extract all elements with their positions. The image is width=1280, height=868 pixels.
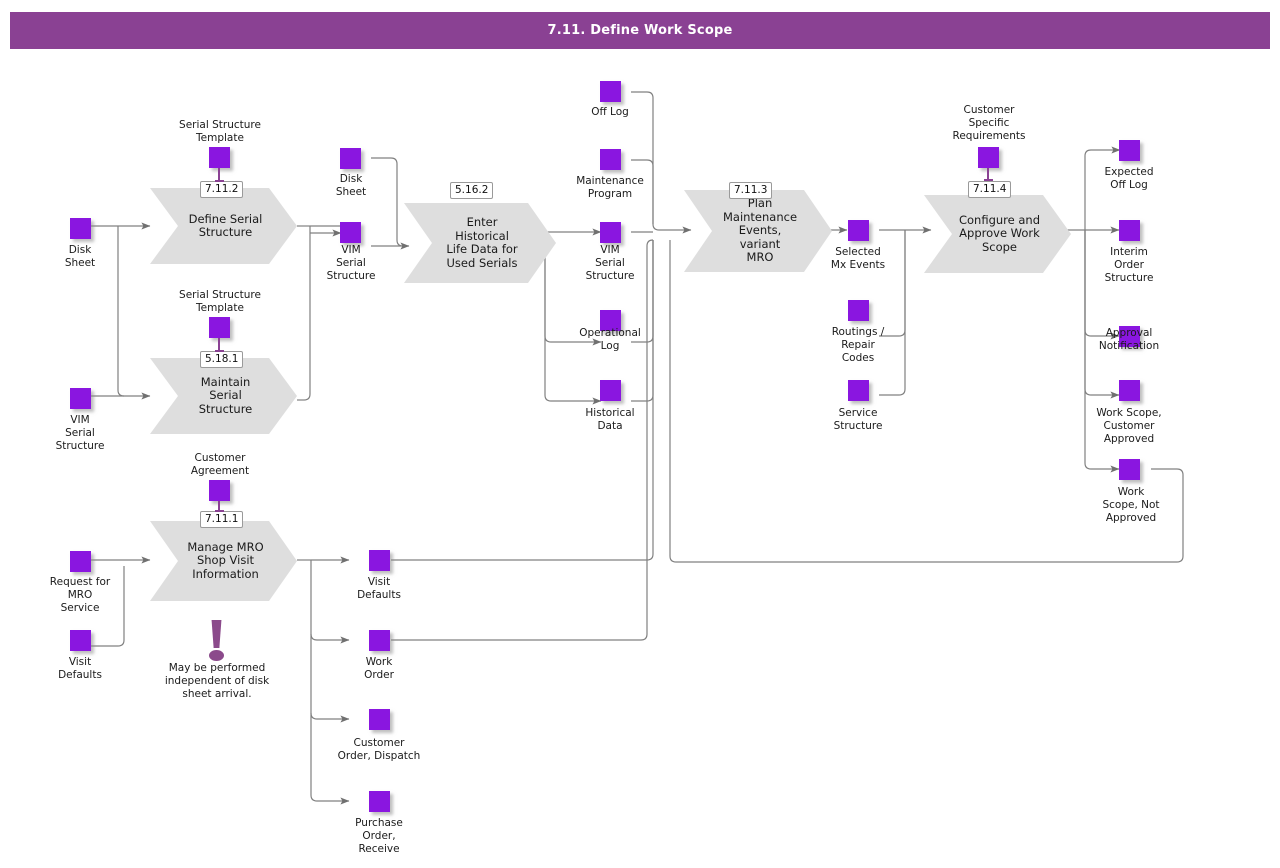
process-enter-historical-life-data[interactable]: Enter Historical Life Data for Used Seri…	[404, 203, 556, 283]
process-configure-approve-work-scope[interactable]: Configure and Approve Work Scope	[924, 195, 1071, 273]
badge-stem-foot	[984, 179, 993, 181]
object-visit-defaults-in[interactable]	[70, 630, 91, 651]
object-label: Purchase Order, Receive	[355, 817, 403, 855]
object-work-scope-customer-approved[interactable]	[1119, 380, 1140, 401]
process-maintain-serial-structure[interactable]: Maintain Serial Structure	[150, 358, 297, 434]
object-maintenance-program[interactable]	[600, 149, 621, 170]
object-work-scope-not-approved[interactable]	[1119, 459, 1140, 480]
object-label: VIM Serial Structure	[326, 244, 376, 282]
object-label: Expected Off Log	[1104, 166, 1154, 191]
diagram-canvas: 7.11. Define Work Scope Define Serial St…	[0, 0, 1280, 868]
object-disk-sheet-in[interactable]	[70, 218, 91, 239]
process-label: Maintain Serial Structure	[198, 374, 253, 416]
object-disk-sheet-mid[interactable]	[340, 148, 361, 169]
object-work-order[interactable]	[369, 630, 390, 651]
object-customer-order-dispatch[interactable]	[369, 709, 390, 730]
process-define-serial-structure[interactable]: Define Serial Structure	[150, 188, 297, 264]
object-serial-structure-template-2[interactable]	[209, 317, 230, 338]
object-request-for-mro-service[interactable]	[70, 551, 91, 572]
object-label: Disk Sheet	[335, 173, 367, 198]
object-label: Off Log	[591, 106, 629, 118]
exclamation-dot-icon	[209, 650, 224, 661]
object-label: Work Order	[364, 656, 394, 681]
badge-stem-foot	[215, 350, 224, 352]
object-label: Serial Structure Template	[179, 119, 261, 144]
object-label: Selected Mx Events	[830, 246, 886, 271]
object-label: VIM Serial Structure	[585, 244, 635, 282]
process-badge-plan-maintenance-events: 7.11.3	[729, 182, 773, 199]
object-visit-defaults-out[interactable]	[369, 550, 390, 571]
process-manage-mro-shop-visit[interactable]: Manage MRO Shop Visit Information	[150, 521, 297, 601]
object-label: Visit Defaults	[58, 656, 102, 681]
object-routings-repair-codes[interactable]	[848, 300, 869, 321]
object-interim-order-structure[interactable]	[1119, 220, 1140, 241]
object-label: Maintenance Program	[576, 175, 644, 200]
object-expected-off-log[interactable]	[1119, 140, 1140, 161]
object-vim-serial-structure-in[interactable]	[70, 388, 91, 409]
page-title-bar: 7.11. Define Work Scope	[10, 12, 1270, 49]
badge-stem-foot	[215, 180, 224, 182]
process-label: Configure and Approve Work Scope	[958, 212, 1041, 254]
object-label: Historical Data	[585, 407, 635, 432]
object-label: Routings / Repair Codes	[831, 326, 885, 364]
object-service-structure[interactable]	[848, 380, 869, 401]
object-vim-serial-structure-out[interactable]	[600, 222, 621, 243]
object-label: Request for MRO Service	[49, 576, 111, 614]
process-badge-maintain-serial-structure: 5.18.1	[200, 351, 244, 368]
object-historical-data[interactable]	[600, 380, 621, 401]
object-label: Work Scope, Customer Approved	[1096, 407, 1162, 445]
process-label: Define Serial Structure	[188, 211, 263, 239]
object-label: Visit Defaults	[357, 576, 401, 601]
object-vim-serial-structure-mid[interactable]	[340, 222, 361, 243]
object-label: Serial Structure Template	[179, 289, 261, 314]
process-badge-enter-historical-life-data: 5.16.2	[450, 182, 494, 199]
process-badge-manage-mro-shop-visit: 7.11.1	[200, 511, 244, 528]
exclamation-icon	[211, 620, 222, 648]
process-label: Enter Historical Life Data for Used Seri…	[446, 215, 518, 270]
object-customer-specific-requirements[interactable]	[978, 147, 999, 168]
object-label: Approval Notification	[1098, 327, 1160, 352]
badge-stem-foot	[215, 510, 224, 512]
object-off-log[interactable]	[600, 81, 621, 102]
object-label: Service Structure	[833, 407, 883, 432]
independent-note-text: May be performed independent of disk she…	[164, 662, 270, 700]
process-badge-configure-approve-work-scope: 7.11.4	[968, 181, 1012, 198]
object-label: Interim Order Structure	[1104, 246, 1154, 284]
object-label: VIM Serial Structure	[55, 414, 105, 452]
object-label: Operational Log	[579, 327, 641, 352]
object-label: Disk Sheet	[64, 244, 96, 269]
object-label: Customer Agreement	[190, 452, 250, 477]
object-customer-agreement[interactable]	[209, 480, 230, 501]
object-purchase-order-receive[interactable]	[369, 791, 390, 812]
object-selected-mx-events[interactable]	[848, 220, 869, 241]
object-serial-structure-template-1[interactable]	[209, 147, 230, 168]
page-title: 7.11. Define Work Scope	[547, 23, 733, 38]
process-badge-define-serial-structure: 7.11.2	[200, 181, 244, 198]
object-label: Customer Order, Dispatch	[337, 737, 421, 762]
object-label: Work Scope, Not Approved	[1102, 486, 1160, 524]
process-label: Manage MRO Shop Visit Information	[187, 539, 264, 581]
object-label: Customer Specific Requirements	[952, 104, 1026, 142]
